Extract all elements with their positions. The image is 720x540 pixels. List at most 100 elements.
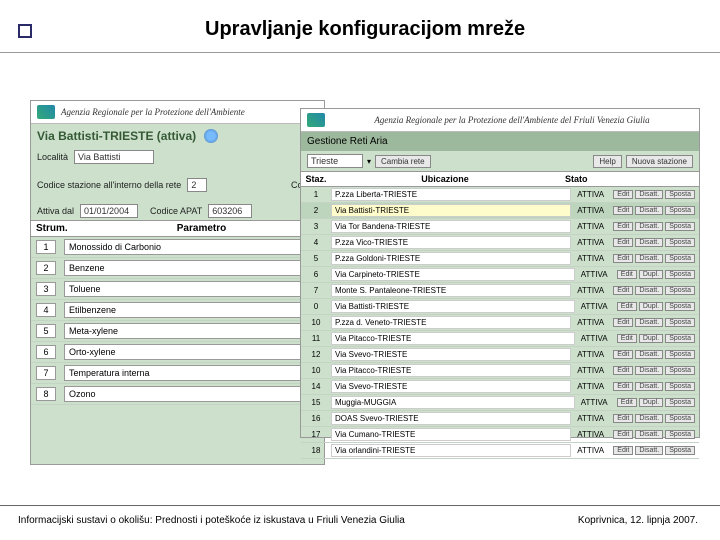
row-action-button[interactable]: Sposta bbox=[665, 206, 695, 215]
row-action-button[interactable]: Disatt. bbox=[635, 414, 663, 423]
instrument-row[interactable]: 8Ozono bbox=[31, 384, 324, 405]
input-localita[interactable]: Via Battisti bbox=[74, 150, 154, 164]
input-attiva-dal[interactable]: 01/01/2004 bbox=[80, 204, 138, 218]
station-number: 6 bbox=[305, 270, 327, 279]
help-button[interactable]: Help bbox=[593, 155, 621, 168]
row-action-button[interactable]: Sposta bbox=[665, 270, 695, 279]
station-stato: ATTIVA bbox=[579, 270, 615, 279]
row-action-button[interactable]: Edit bbox=[617, 398, 637, 407]
instrument-row[interactable]: 4Etilbenzene bbox=[31, 300, 324, 321]
row-action-button[interactable]: Edit bbox=[613, 222, 633, 231]
row-action-button[interactable]: Dupl. bbox=[639, 398, 663, 407]
station-row[interactable]: 12Via Svevo-TRIESTEATTIVAEditDisatt.Spos… bbox=[301, 347, 699, 363]
station-row[interactable]: 18Via orlandini-TRIESTEATTIVAEditDisatt.… bbox=[301, 443, 699, 459]
row-action-button[interactable]: Edit bbox=[617, 270, 637, 279]
row-action-button[interactable]: Sposta bbox=[665, 398, 695, 407]
row-action-button[interactable]: Disatt. bbox=[635, 286, 663, 295]
row-action-button[interactable]: Sposta bbox=[665, 286, 695, 295]
globe-icon[interactable] bbox=[204, 129, 218, 143]
change-network-button[interactable]: Cambia rete bbox=[375, 155, 431, 168]
row-action-button[interactable]: Disatt. bbox=[635, 382, 663, 391]
row-action-button[interactable]: Sposta bbox=[665, 222, 695, 231]
row-action-button[interactable]: Edit bbox=[613, 206, 633, 215]
input-codice-apat[interactable]: 603206 bbox=[208, 204, 252, 218]
instrument-row[interactable]: 7Temperatura interna bbox=[31, 363, 324, 384]
instrument-row[interactable]: 5Meta-xylene bbox=[31, 321, 324, 342]
row-action-button[interactable]: Sposta bbox=[665, 382, 695, 391]
station-stato: ATTIVA bbox=[575, 206, 611, 215]
station-row[interactable]: 6Via Carpineto-TRIESTEATTIVAEditDupl.Spo… bbox=[301, 267, 699, 283]
row-action-button[interactable]: Dupl. bbox=[639, 270, 663, 279]
row-action-button[interactable]: Disatt. bbox=[635, 238, 663, 247]
row-action-button[interactable]: Sposta bbox=[665, 302, 695, 311]
row-action-button[interactable]: Disatt. bbox=[635, 206, 663, 215]
chevron-down-icon[interactable]: ▾ bbox=[367, 157, 371, 166]
instrument-row[interactable]: 2Benzene bbox=[31, 258, 324, 279]
station-row[interactable]: 14Via Svevo-TRIESTEATTIVAEditDisatt.Spos… bbox=[301, 379, 699, 395]
row-action-button[interactable]: Edit bbox=[613, 254, 633, 263]
instrument-row[interactable]: 6Orto-xylene bbox=[31, 342, 324, 363]
row-action-button[interactable]: Edit bbox=[613, 286, 633, 295]
station-number: 12 bbox=[305, 350, 327, 359]
header-strum: Strum. bbox=[36, 223, 84, 234]
row-action-button[interactable]: Dupl. bbox=[639, 302, 663, 311]
row-action-button[interactable]: Edit bbox=[613, 238, 633, 247]
station-ubicazione: Via orlandini-TRIESTE bbox=[331, 444, 571, 457]
row-action-button[interactable]: Sposta bbox=[665, 350, 695, 359]
row-action-button[interactable]: Disatt. bbox=[635, 350, 663, 359]
instrument-number: 1 bbox=[36, 240, 56, 254]
row-action-button[interactable]: Edit bbox=[613, 366, 633, 375]
station-row[interactable]: 7Monte S. Pantaleone-TRIESTEATTIVAEditDi… bbox=[301, 283, 699, 299]
row-action-button[interactable]: Sposta bbox=[665, 430, 695, 439]
row-action-button[interactable]: Sposta bbox=[665, 318, 695, 327]
row-action-button[interactable]: Edit bbox=[613, 382, 633, 391]
row-action-button[interactable]: Edit bbox=[613, 446, 633, 455]
station-row[interactable]: 10Via Pitacco-TRIESTEATTIVAEditDisatt.Sp… bbox=[301, 363, 699, 379]
row-action-button[interactable]: Dupl. bbox=[639, 334, 663, 343]
row-action-button[interactable]: Disatt. bbox=[635, 318, 663, 327]
station-row[interactable]: 4P.zza Vico-TRIESTEATTIVAEditDisatt.Spos… bbox=[301, 235, 699, 251]
row-action-button[interactable]: Edit bbox=[613, 318, 633, 327]
row-action-button[interactable]: Edit bbox=[613, 190, 633, 199]
label-codice-apat: Codice APAT bbox=[150, 206, 202, 216]
instrument-row[interactable]: 3Toluene bbox=[31, 279, 324, 300]
new-station-button[interactable]: Nuova stazione bbox=[626, 155, 693, 168]
input-codice-stazione[interactable]: 2 bbox=[187, 178, 207, 192]
row-action-button[interactable]: Edit bbox=[613, 430, 633, 439]
row-action-button[interactable]: Sposta bbox=[665, 366, 695, 375]
select-rete[interactable]: Trieste bbox=[307, 154, 363, 168]
row-action-button[interactable]: Sposta bbox=[665, 254, 695, 263]
row-action-button[interactable]: Edit bbox=[617, 334, 637, 343]
station-row[interactable]: 1P.zza Liberta-TRIESTEATTIVAEditDisatt.S… bbox=[301, 187, 699, 203]
station-row[interactable]: 10P.zza d. Veneto-TRIESTEATTIVAEditDisat… bbox=[301, 315, 699, 331]
station-row[interactable]: 2Via Battisti-TRIESTEATTIVAEditDisatt.Sp… bbox=[301, 203, 699, 219]
station-ubicazione: P.zza d. Veneto-TRIESTE bbox=[331, 316, 571, 329]
station-row[interactable]: 15Muggia-MUGGIAATTIVAEditDupl.Sposta bbox=[301, 395, 699, 411]
row-action-button[interactable]: Disatt. bbox=[635, 446, 663, 455]
station-number: 7 bbox=[305, 286, 327, 295]
row-action-button[interactable]: Disatt. bbox=[635, 190, 663, 199]
station-ubicazione: P.zza Vico-TRIESTE bbox=[331, 236, 571, 249]
instrument-row[interactable]: 1Monossido di Carbonio bbox=[31, 237, 324, 258]
row-action-button[interactable]: Edit bbox=[613, 414, 633, 423]
station-row[interactable]: 0Via Battisti-TRIESTEATTIVAEditDupl.Spos… bbox=[301, 299, 699, 315]
row-action-button[interactable]: Disatt. bbox=[635, 366, 663, 375]
row-action-button[interactable]: Edit bbox=[613, 350, 633, 359]
row-action-button[interactable]: Sposta bbox=[665, 238, 695, 247]
station-stato: ATTIVA bbox=[575, 318, 611, 327]
row-action-button[interactable]: Disatt. bbox=[635, 222, 663, 231]
row-action-button[interactable]: Sposta bbox=[665, 414, 695, 423]
row-action-button[interactable]: Sposta bbox=[665, 334, 695, 343]
row-action-button[interactable]: Sposta bbox=[665, 190, 695, 199]
row-action-button[interactable]: Edit bbox=[617, 302, 637, 311]
row-action-button[interactable]: Disatt. bbox=[635, 430, 663, 439]
row-action-button[interactable]: Sposta bbox=[665, 446, 695, 455]
station-row[interactable]: 5P.zza Goldoni-TRIESTEATTIVAEditDisatt.S… bbox=[301, 251, 699, 267]
station-row[interactable]: 3Via Tor Bandena-TRIESTEATTIVAEditDisatt… bbox=[301, 219, 699, 235]
row-action-button[interactable]: Disatt. bbox=[635, 254, 663, 263]
station-row[interactable]: 11Via Pitacco-TRIESTEATTIVAEditDupl.Spos… bbox=[301, 331, 699, 347]
station-stato: ATTIVA bbox=[575, 222, 611, 231]
station-ubicazione: Via Battisti-TRIESTE bbox=[331, 300, 575, 313]
station-row[interactable]: 17Via Cumano-TRIESTEATTIVAEditDisatt.Spo… bbox=[301, 427, 699, 443]
station-row[interactable]: 16DOAS Svevo-TRIESTEATTIVAEditDisatt.Spo… bbox=[301, 411, 699, 427]
